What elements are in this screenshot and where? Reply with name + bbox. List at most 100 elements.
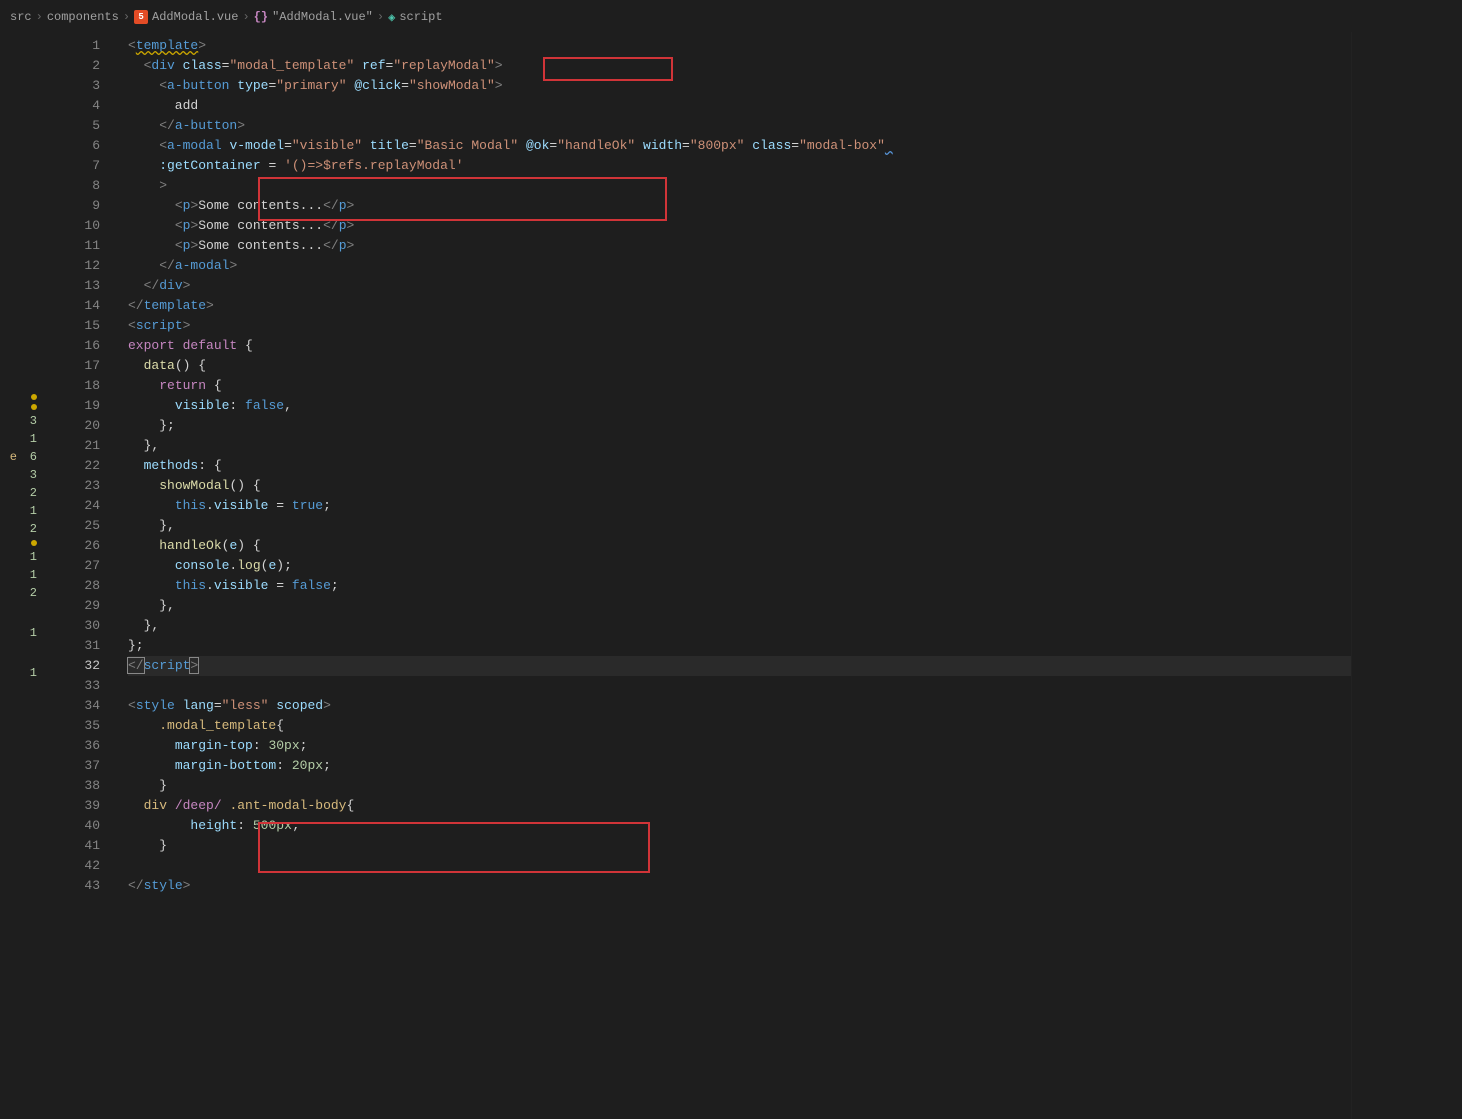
marker-item[interactable]: 1	[27, 502, 45, 520]
line-number[interactable]: 28	[45, 576, 100, 596]
line-number[interactable]: 36	[45, 736, 100, 756]
code-line[interactable]: </div>	[128, 276, 1351, 296]
line-number[interactable]: 26	[45, 536, 100, 556]
line-number[interactable]: 27	[45, 556, 100, 576]
line-number[interactable]: 5	[45, 116, 100, 136]
breadcrumb-segment[interactable]: "AddModal.vue"	[272, 10, 373, 24]
code-line[interactable]: return {	[128, 376, 1351, 396]
code-line[interactable]: },	[128, 516, 1351, 536]
code-line[interactable]: methods: {	[128, 456, 1351, 476]
line-number[interactable]: 40	[45, 816, 100, 836]
code-line[interactable]: </template>	[128, 296, 1351, 316]
code-line[interactable]: };	[128, 416, 1351, 436]
line-number[interactable]: 37	[45, 756, 100, 776]
code-line[interactable]: <a-modal v-model="visible" title="Basic …	[128, 136, 1351, 156]
line-number[interactable]: 14	[45, 296, 100, 316]
marker-item[interactable]: 2	[27, 484, 45, 502]
code-line[interactable]: },	[128, 596, 1351, 616]
line-number[interactable]: 30	[45, 616, 100, 636]
line-number[interactable]: 34	[45, 696, 100, 716]
marker-item[interactable]: e6	[10, 448, 45, 466]
breadcrumb-segment[interactable]: AddModal.vue	[152, 10, 238, 24]
line-number[interactable]: 33	[45, 676, 100, 696]
line-number[interactable]: 8	[45, 176, 100, 196]
code-line[interactable]: <script>	[128, 316, 1351, 336]
line-number[interactable]: 12	[45, 256, 100, 276]
code-line[interactable]: >	[128, 176, 1351, 196]
line-number[interactable]: 31	[45, 636, 100, 656]
code-line[interactable]: :getContainer = '()=>$refs.replayModal'	[128, 156, 1351, 176]
editor[interactable]: 1234567891011121314151617181920212223242…	[45, 32, 1462, 1119]
breadcrumb-segment[interactable]: components	[47, 10, 119, 24]
marker-item[interactable]: 2	[27, 584, 45, 602]
line-number[interactable]: 2	[45, 56, 100, 76]
code-line[interactable]: <a-button type="primary" @click="showMod…	[128, 76, 1351, 96]
code-line[interactable]: <p>Some contents...</p>	[128, 216, 1351, 236]
marker-item[interactable]	[37, 642, 45, 664]
code-line[interactable]: height: 500px;	[128, 816, 1351, 836]
line-number[interactable]: 6	[45, 136, 100, 156]
marker-item[interactable]: 2	[27, 520, 45, 538]
code-line[interactable]: </a-modal>	[128, 256, 1351, 276]
line-number[interactable]: 41	[45, 836, 100, 856]
line-number[interactable]: 29	[45, 596, 100, 616]
line-number[interactable]: 9	[45, 196, 100, 216]
line-number[interactable]: 13	[45, 276, 100, 296]
marker-item[interactable]	[31, 538, 45, 548]
code-line[interactable]: <div class="modal_template" ref="replayM…	[128, 56, 1351, 76]
line-number[interactable]: 3	[45, 76, 100, 96]
code-line[interactable]	[128, 676, 1351, 696]
line-number[interactable]: 35	[45, 716, 100, 736]
code-line[interactable]: <template>	[128, 36, 1351, 56]
code-line[interactable]: this.visible = false;	[128, 576, 1351, 596]
line-number[interactable]: 20	[45, 416, 100, 436]
marker-item[interactable]: 1	[27, 664, 45, 682]
code-line[interactable]: },	[128, 436, 1351, 456]
code-line[interactable]: export default {	[128, 336, 1351, 356]
code-line[interactable]: },	[128, 616, 1351, 636]
code-line[interactable]: this.visible = true;	[128, 496, 1351, 516]
line-number[interactable]: 10	[45, 216, 100, 236]
marker-item[interactable]: 3	[27, 466, 45, 484]
code-line[interactable]: }	[128, 836, 1351, 856]
marker-item[interactable]: 3	[27, 412, 45, 430]
line-number[interactable]: 23	[45, 476, 100, 496]
code-line[interactable]: </style>	[128, 876, 1351, 896]
code-line[interactable]: console.log(e);	[128, 556, 1351, 576]
line-number[interactable]: 42	[45, 856, 100, 876]
code-line[interactable]: div /deep/ .ant-modal-body{	[128, 796, 1351, 816]
line-number[interactable]: 4	[45, 96, 100, 116]
code-line[interactable]	[128, 856, 1351, 876]
line-number[interactable]: 21	[45, 436, 100, 456]
breadcrumb[interactable]: src › components › 5 AddModal.vue › {} "…	[0, 3, 1462, 32]
code-line[interactable]: handleOk(e) {	[128, 536, 1351, 556]
breadcrumb-segment[interactable]: script	[399, 10, 442, 24]
line-number[interactable]: 17	[45, 356, 100, 376]
marker-item[interactable]: 1	[27, 548, 45, 566]
line-number[interactable]: 32	[45, 656, 100, 676]
marker-item[interactable]: 1	[27, 566, 45, 584]
code-line[interactable]: add	[128, 96, 1351, 116]
line-number[interactable]: 25	[45, 516, 100, 536]
code-line[interactable]: margin-top: 30px;	[128, 736, 1351, 756]
line-number[interactable]: 7	[45, 156, 100, 176]
code-line[interactable]: </script>	[128, 656, 1351, 676]
code-line[interactable]: };	[128, 636, 1351, 656]
line-number[interactable]: 15	[45, 316, 100, 336]
line-number[interactable]: 18	[45, 376, 100, 396]
code-line[interactable]: <p>Some contents...</p>	[128, 236, 1351, 256]
code-line[interactable]: data() {	[128, 356, 1351, 376]
code-line[interactable]: showModal() {	[128, 476, 1351, 496]
marker-item[interactable]: 1	[27, 624, 45, 642]
marker-item[interactable]	[31, 392, 45, 402]
line-number[interactable]: 43	[45, 876, 100, 896]
code-line[interactable]: </a-button>	[128, 116, 1351, 136]
code-line[interactable]: }	[128, 776, 1351, 796]
line-number[interactable]: 38	[45, 776, 100, 796]
line-number[interactable]: 16	[45, 336, 100, 356]
line-number[interactable]: 24	[45, 496, 100, 516]
marker-item[interactable]	[37, 602, 45, 624]
code-area[interactable]: <template> <div class="modal_template" r…	[118, 32, 1351, 1119]
code-line[interactable]: <style lang="less" scoped>	[128, 696, 1351, 716]
line-number[interactable]: 22	[45, 456, 100, 476]
